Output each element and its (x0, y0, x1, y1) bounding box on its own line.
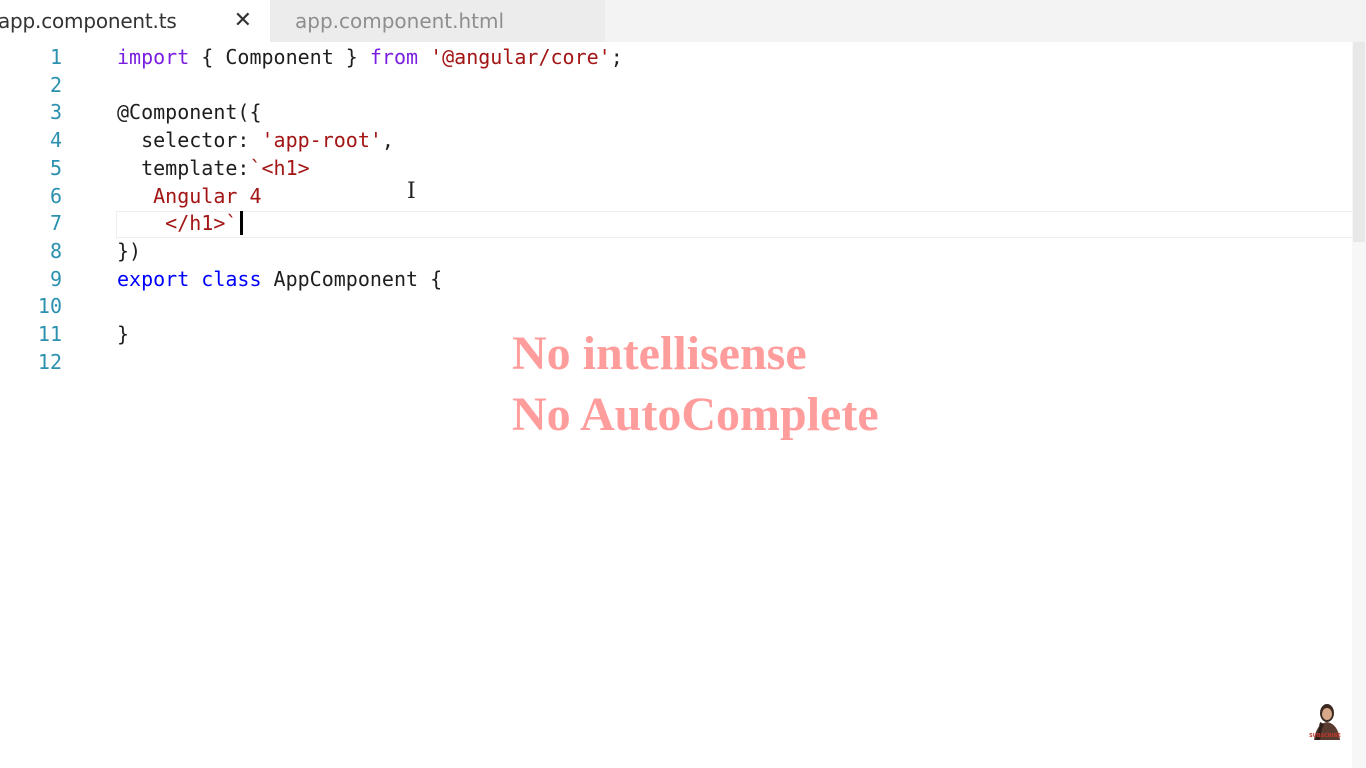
code-text: import { Component } from '@angular/core… (117, 44, 623, 72)
tab-app-component-ts[interactable]: app.component.ts ✕ (0, 0, 270, 42)
code-token: 'app-root' (261, 128, 382, 153)
code-text: Angular 4 (117, 183, 262, 211)
close-icon[interactable]: ✕ (234, 9, 252, 33)
code-token: AppComponent { (261, 266, 443, 291)
code-line: 5 template:`<h1> (0, 155, 1352, 183)
code-token: Angular 4 (117, 183, 262, 208)
code-line: 3 @Component({ (0, 99, 1352, 127)
code-line: 9 export class AppComponent { (0, 266, 1352, 294)
subscribe-label[interactable]: SUBSCRIBE (1305, 733, 1345, 739)
code-token: </h1>` (117, 211, 238, 236)
code-line: 2 (0, 72, 1352, 100)
line-number: 9 (49, 266, 62, 291)
code-text: } (117, 321, 129, 349)
code-line: 6 Angular 4 (0, 183, 1352, 211)
code-token: from (369, 45, 419, 69)
line-number: 6 (49, 183, 62, 208)
code-text: selector: 'app-root', (117, 127, 394, 155)
code-token: @Component({ (117, 100, 262, 125)
code-token: selector: (117, 128, 262, 153)
code-token: }) (117, 238, 142, 263)
line-number: 2 (49, 72, 62, 97)
line-number: 4 (49, 128, 62, 153)
text-caret (240, 211, 244, 236)
line-number: 11 (37, 322, 62, 346)
code-line: 7 </h1>` (0, 210, 1352, 238)
code-token: `<h1> (249, 155, 310, 180)
code-token: import (117, 45, 190, 69)
code-text: </h1>` (117, 210, 244, 238)
code-token: ; (610, 45, 623, 69)
code-line: 4 selector: 'app-root', (0, 127, 1352, 155)
line-number: 12 (37, 349, 62, 374)
line-number: 10 (37, 294, 62, 319)
line-number: 5 (49, 155, 62, 180)
line-number: 3 (49, 100, 62, 125)
tab-label: app.component.html (295, 9, 505, 33)
code-text: @Component({ (117, 99, 262, 127)
code-token: class (201, 266, 262, 291)
code-text: export class AppComponent { (117, 266, 442, 294)
code-token: } (117, 322, 130, 346)
code-token: { Component } (189, 45, 370, 69)
code-token: export (117, 266, 190, 291)
code-line: 10 (0, 293, 1352, 321)
scrollbar-thumb[interactable] (1353, 42, 1365, 242)
line-number: 1 (49, 45, 62, 69)
code-token: template: (117, 155, 250, 180)
caption-no-intellisense: No intellisense (512, 327, 807, 380)
code-token: '@angular/core' (430, 45, 611, 69)
ibeam-cursor-icon: I (407, 179, 416, 204)
tab-app-component-html[interactable]: app.component.html (270, 0, 605, 42)
caption-no-autocomplete: No AutoComplete (512, 388, 879, 441)
code-token: , (381, 128, 394, 153)
code-text: template:`<h1> (117, 155, 310, 183)
code-line: 8}) (0, 238, 1352, 266)
code-line: 1 import { Component } from '@angular/cor… (0, 44, 1352, 72)
code-text: }) (117, 238, 141, 266)
line-number: 7 (49, 211, 62, 236)
tab-label: app.component.ts (0, 9, 177, 33)
tab-bar: app.component.ts ✕ app.component.html (0, 0, 1366, 42)
line-number: 8 (49, 238, 62, 263)
